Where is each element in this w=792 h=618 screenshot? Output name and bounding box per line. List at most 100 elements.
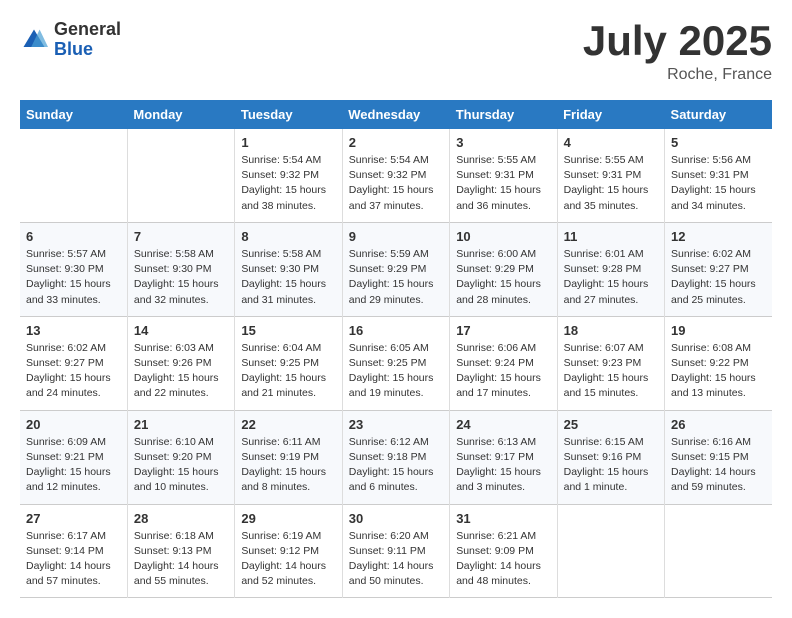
calendar-cell: 10 Sunrise: 6:00 AMSunset: 9:29 PMDayligh… bbox=[450, 222, 557, 316]
day-number: 20 bbox=[26, 417, 121, 432]
day-info: Sunrise: 5:54 AMSunset: 9:32 PMDaylight:… bbox=[241, 153, 335, 214]
calendar-cell: 2Sunrise: 5:54 AMSunset: 9:32 PMDaylight… bbox=[342, 129, 449, 222]
day-info: Sunrise: 6:09 AMSunset: 9:21 PMDaylight:… bbox=[26, 435, 121, 496]
day-info: Sunrise: 6:12 AMSunset: 9:18 PMDaylight:… bbox=[349, 435, 443, 496]
day-number: 29 bbox=[241, 511, 335, 526]
day-number: 14 bbox=[134, 323, 228, 338]
calendar-cell: 26Sunrise: 6:16 AMSunset: 9:15 PMDayligh… bbox=[665, 410, 772, 504]
calendar-cell: 30 Sunrise: 6:20 AMSunset: 9:11 PMDayligh… bbox=[342, 504, 449, 598]
day-number: 31 bbox=[456, 511, 550, 526]
calendar-cell: 20 Sunrise: 6:09 AMSunset: 9:21 PMDayligh… bbox=[20, 410, 127, 504]
day-number: 23 bbox=[349, 417, 443, 432]
calendar-header-row: SundayMondayTuesdayWednesdayThursdayFrid… bbox=[20, 100, 772, 129]
calendar-cell: 8 Sunrise: 5:58 AMSunset: 9:30 PMDaylight… bbox=[235, 222, 342, 316]
calendar-cell: 19Sunrise: 6:08 AMSunset: 9:22 PMDayligh… bbox=[665, 316, 772, 410]
calendar-cell: 7Sunrise: 5:58 AMSunset: 9:30 PMDaylight… bbox=[127, 222, 234, 316]
day-info: Sunrise: 5:55 AMSunset: 9:31 PMDaylight:… bbox=[456, 153, 550, 214]
day-number: 11 bbox=[564, 229, 658, 244]
calendar-cell bbox=[665, 504, 772, 598]
calendar-cell: 14 Sunrise: 6:03 AMSunset: 9:26 PMDayligh… bbox=[127, 316, 234, 410]
calendar-cell: 31 Sunrise: 6:21 AMSunset: 9:09 PMDayligh… bbox=[450, 504, 557, 598]
day-info: Sunrise: 6:00 AMSunset: 9:29 PMDaylight:… bbox=[456, 247, 550, 308]
week-row-1: 1 Sunrise: 5:54 AMSunset: 9:32 PMDaylight… bbox=[20, 129, 772, 222]
week-row-4: 20 Sunrise: 6:09 AMSunset: 9:21 PMDayligh… bbox=[20, 410, 772, 504]
day-info: Sunrise: 5:59 AMSunset: 9:29 PMDaylight:… bbox=[349, 247, 443, 308]
day-number: 30 bbox=[349, 511, 443, 526]
location-subtitle: Roche, France bbox=[583, 66, 772, 84]
day-number: 25 bbox=[564, 417, 658, 432]
day-number: 8 bbox=[241, 229, 335, 244]
calendar-cell: 24 Sunrise: 6:13 AMSunset: 9:17 PMDayligh… bbox=[450, 410, 557, 504]
day-number: 10 bbox=[456, 229, 550, 244]
calendar-cell bbox=[20, 129, 127, 222]
calendar-cell: 28 Sunrise: 6:18 AMSunset: 9:13 PMDayligh… bbox=[127, 504, 234, 598]
calendar-cell: 15Sunrise: 6:04 AMSunset: 9:25 PMDayligh… bbox=[235, 316, 342, 410]
logo-blue: Blue bbox=[54, 40, 121, 60]
day-number: 1 bbox=[241, 135, 335, 150]
day-info: Sunrise: 5:58 AMSunset: 9:30 PMDaylight:… bbox=[241, 247, 335, 308]
calendar-cell: 5 Sunrise: 5:56 AMSunset: 9:31 PMDaylight… bbox=[665, 129, 772, 222]
calendar-cell: 27Sunrise: 6:17 AMSunset: 9:14 PMDayligh… bbox=[20, 504, 127, 598]
logo-general: General bbox=[54, 20, 121, 40]
day-header-monday: Monday bbox=[127, 100, 234, 129]
day-number: 21 bbox=[134, 417, 228, 432]
day-info: Sunrise: 6:19 AMSunset: 9:12 PMDaylight:… bbox=[241, 529, 335, 590]
day-number: 3 bbox=[456, 135, 550, 150]
day-info: Sunrise: 6:18 AMSunset: 9:13 PMDaylight:… bbox=[134, 529, 228, 590]
day-number: 17 bbox=[456, 323, 550, 338]
day-number: 28 bbox=[134, 511, 228, 526]
day-info: Sunrise: 5:54 AMSunset: 9:32 PMDaylight:… bbox=[349, 153, 443, 214]
calendar-cell bbox=[127, 129, 234, 222]
day-number: 13 bbox=[26, 323, 121, 338]
calendar-cell: 16 Sunrise: 6:05 AMSunset: 9:25 PMDayligh… bbox=[342, 316, 449, 410]
day-number: 4 bbox=[564, 135, 658, 150]
day-info: Sunrise: 6:11 AMSunset: 9:19 PMDaylight:… bbox=[241, 435, 335, 496]
page-header: General Blue July 2025 Roche, France bbox=[20, 20, 772, 84]
calendar-cell: 3 Sunrise: 5:55 AMSunset: 9:31 PMDaylight… bbox=[450, 129, 557, 222]
day-info: Sunrise: 6:03 AMSunset: 9:26 PMDaylight:… bbox=[134, 341, 228, 402]
calendar-cell: 29 Sunrise: 6:19 AMSunset: 9:12 PMDayligh… bbox=[235, 504, 342, 598]
day-info: Sunrise: 6:05 AMSunset: 9:25 PMDaylight:… bbox=[349, 341, 443, 402]
day-number: 9 bbox=[349, 229, 443, 244]
day-number: 24 bbox=[456, 417, 550, 432]
calendar-cell: 11Sunrise: 6:01 AMSunset: 9:28 PMDayligh… bbox=[557, 222, 664, 316]
calendar-cell: 6Sunrise: 5:57 AMSunset: 9:30 PMDaylight… bbox=[20, 222, 127, 316]
calendar-cell: 17 Sunrise: 6:06 AMSunset: 9:24 PMDayligh… bbox=[450, 316, 557, 410]
day-info: Sunrise: 5:56 AMSunset: 9:31 PMDaylight:… bbox=[671, 153, 766, 214]
day-info: Sunrise: 6:21 AMSunset: 9:09 PMDaylight:… bbox=[456, 529, 550, 590]
calendar-cell: 4 Sunrise: 5:55 AMSunset: 9:31 PMDaylight… bbox=[557, 129, 664, 222]
day-header-wednesday: Wednesday bbox=[342, 100, 449, 129]
day-info: Sunrise: 6:20 AMSunset: 9:11 PMDaylight:… bbox=[349, 529, 443, 590]
day-info: Sunrise: 6:06 AMSunset: 9:24 PMDaylight:… bbox=[456, 341, 550, 402]
calendar-cell: 13Sunrise: 6:02 AMSunset: 9:27 PMDayligh… bbox=[20, 316, 127, 410]
week-row-5: 27Sunrise: 6:17 AMSunset: 9:14 PMDayligh… bbox=[20, 504, 772, 598]
day-info: Sunrise: 6:17 AMSunset: 9:14 PMDaylight:… bbox=[26, 529, 121, 590]
calendar-table: SundayMondayTuesdayWednesdayThursdayFrid… bbox=[20, 100, 772, 598]
calendar-cell bbox=[557, 504, 664, 598]
logo: General Blue bbox=[20, 20, 121, 60]
day-info: Sunrise: 6:04 AMSunset: 9:25 PMDaylight:… bbox=[241, 341, 335, 402]
calendar-cell: 12Sunrise: 6:02 AMSunset: 9:27 PMDayligh… bbox=[665, 222, 772, 316]
day-number: 5 bbox=[671, 135, 766, 150]
day-info: Sunrise: 6:02 AMSunset: 9:27 PMDaylight:… bbox=[671, 247, 766, 308]
week-row-3: 13Sunrise: 6:02 AMSunset: 9:27 PMDayligh… bbox=[20, 316, 772, 410]
month-title: July 2025 bbox=[583, 20, 772, 62]
day-number: 26 bbox=[671, 417, 766, 432]
calendar-cell: 25 Sunrise: 6:15 AMSunset: 9:16 PMDayligh… bbox=[557, 410, 664, 504]
calendar-cell: 23 Sunrise: 6:12 AMSunset: 9:18 PMDayligh… bbox=[342, 410, 449, 504]
day-info: Sunrise: 6:10 AMSunset: 9:20 PMDaylight:… bbox=[134, 435, 228, 496]
logo-text: General Blue bbox=[54, 20, 121, 60]
day-info: Sunrise: 5:58 AMSunset: 9:30 PMDaylight:… bbox=[134, 247, 228, 308]
day-number: 6 bbox=[26, 229, 121, 244]
calendar-cell: 18Sunrise: 6:07 AMSunset: 9:23 PMDayligh… bbox=[557, 316, 664, 410]
day-info: Sunrise: 6:08 AMSunset: 9:22 PMDaylight:… bbox=[671, 341, 766, 402]
day-number: 16 bbox=[349, 323, 443, 338]
day-header-tuesday: Tuesday bbox=[235, 100, 342, 129]
day-info: Sunrise: 6:15 AMSunset: 9:16 PMDaylight:… bbox=[564, 435, 658, 496]
day-header-sunday: Sunday bbox=[20, 100, 127, 129]
day-number: 22 bbox=[241, 417, 335, 432]
calendar-cell: 22 Sunrise: 6:11 AMSunset: 9:19 PMDayligh… bbox=[235, 410, 342, 504]
day-info: Sunrise: 6:13 AMSunset: 9:17 PMDaylight:… bbox=[456, 435, 550, 496]
calendar-cell: 9 Sunrise: 5:59 AMSunset: 9:29 PMDaylight… bbox=[342, 222, 449, 316]
day-info: Sunrise: 5:55 AMSunset: 9:31 PMDaylight:… bbox=[564, 153, 658, 214]
